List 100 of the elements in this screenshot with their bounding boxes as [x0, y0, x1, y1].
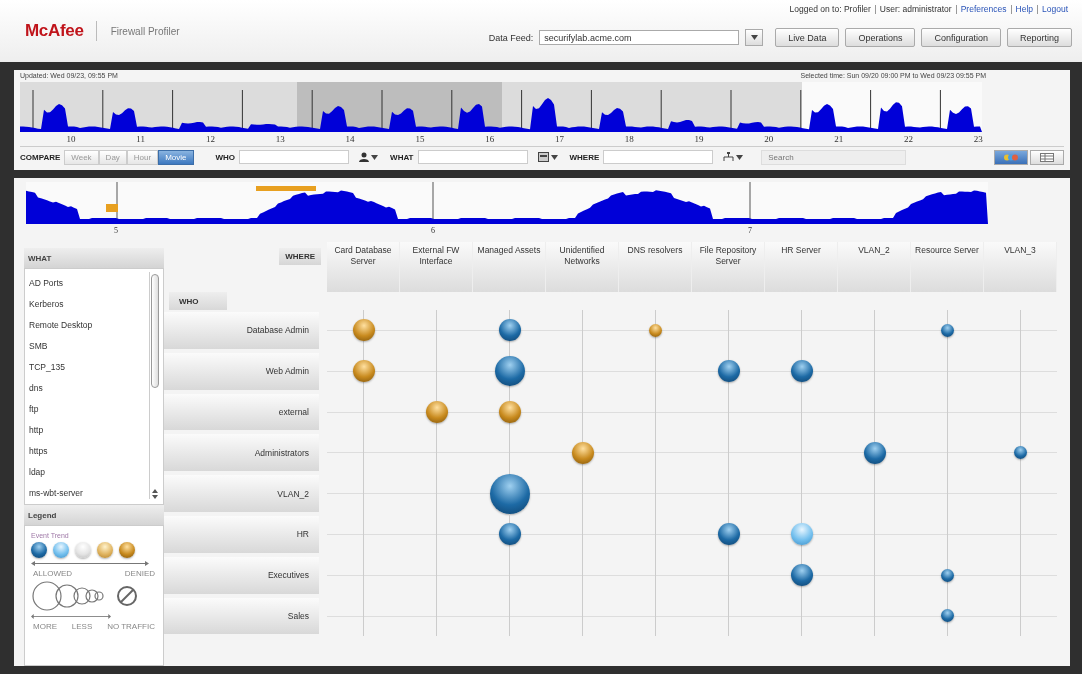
time-axis-label: 6	[431, 226, 435, 235]
filter-menu-button[interactable]	[537, 152, 558, 162]
where-column-header[interactable]: HR Server	[765, 242, 838, 292]
scroll-down-icon[interactable]	[152, 495, 158, 499]
legend-ball-icon	[75, 542, 91, 558]
scale-arrow-icon	[31, 614, 111, 619]
allowed-traffic-bubble[interactable]	[498, 319, 521, 342]
mcafee-logo: McAfee	[25, 21, 97, 41]
scroll-thumb[interactable]	[151, 274, 159, 388]
allowed-traffic-bubble[interactable]	[717, 360, 740, 383]
scrollbar[interactable]	[149, 272, 160, 499]
caret-icon	[750, 35, 758, 40]
allowed-traffic-bubble[interactable]	[790, 564, 813, 587]
where-column-header[interactable]: File Repository Server	[692, 242, 765, 292]
where-column-header[interactable]: Unidentified Networks	[546, 242, 619, 292]
where-column-header[interactable]: DNS resolvers	[619, 242, 692, 292]
what-list-item[interactable]: dns	[29, 377, 43, 399]
where-column-header[interactable]: Card Database Server	[327, 242, 400, 292]
caret-icon	[371, 154, 379, 160]
header-link[interactable]: Preferences	[955, 5, 1011, 14]
what-list-item[interactable]: https	[29, 440, 48, 462]
time-axis-label: 17	[553, 134, 565, 144]
time-axis-label: 11	[135, 134, 147, 144]
allowed-traffic-bubble[interactable]	[1014, 446, 1027, 460]
scroll-up-icon[interactable]	[152, 489, 158, 493]
denied-traffic-bubble[interactable]	[352, 360, 375, 383]
size-scale-drawing	[32, 581, 104, 611]
header-link[interactable]: Logout	[1037, 5, 1072, 14]
time-axis-label: 20	[763, 134, 775, 144]
time-axis-label: 18	[623, 134, 635, 144]
allowed-traffic-bubble[interactable]	[863, 441, 886, 464]
nav-button[interactable]: Configuration	[921, 28, 1001, 47]
where-column-header[interactable]: VLAN_3	[984, 242, 1057, 292]
view-toggle-button[interactable]	[994, 149, 1028, 165]
no-traffic-icon	[117, 586, 137, 606]
who-tab[interactable]: WHO	[169, 292, 227, 310]
allowed-traffic-bubble[interactable]	[489, 473, 530, 514]
what-list-item[interactable]: ms-wbt-server	[29, 482, 83, 505]
what-field[interactable]	[417, 150, 528, 164]
who-row-header[interactable]: external	[164, 393, 319, 431]
header-link[interactable]: Help	[1010, 5, 1037, 14]
allowed-traffic-bubble[interactable]	[941, 609, 954, 623]
what-list-item[interactable]: Remote Desktop	[29, 314, 93, 336]
allowed-traffic-bubble[interactable]	[941, 568, 954, 582]
filter-menu-button[interactable]	[723, 152, 744, 162]
person-icon	[359, 152, 370, 162]
where-column-header[interactable]: External FW Interface	[400, 242, 473, 292]
network-icon	[723, 152, 735, 162]
nav-button[interactable]: Live Data	[775, 28, 840, 47]
denied-traffic-bubble[interactable]	[571, 441, 594, 464]
who-row-header[interactable]: Database Admin	[164, 312, 319, 349]
what-list-item[interactable]: SMB	[29, 335, 48, 357]
legend-ball-icon	[53, 542, 69, 558]
traffic-timeline-drawing[interactable]	[20, 82, 982, 132]
nav-button[interactable]: Operations	[845, 28, 916, 47]
what-list-item[interactable]: http	[29, 419, 44, 441]
who-row-header[interactable]: Web Admin	[164, 352, 319, 390]
time-axis-label: 16	[484, 134, 496, 144]
allowed-traffic-bubble[interactable]	[717, 523, 740, 546]
denied-traffic-bubble[interactable]	[425, 401, 448, 423]
allowed-traffic-bubble[interactable]	[498, 523, 521, 546]
time-axis-label: 12	[205, 134, 216, 144]
who-row-header[interactable]: HR	[164, 516, 319, 553]
time-axis-label: 21	[833, 134, 845, 144]
what-list-item[interactable]: AD Ports	[29, 272, 63, 294]
allowed-traffic-bubble[interactable]	[941, 323, 954, 337]
where-column-header[interactable]: VLAN_2	[838, 242, 911, 292]
where-column-header[interactable]: Resource Server	[911, 242, 984, 292]
denied-traffic-bubble[interactable]	[498, 401, 521, 423]
who-row-header[interactable]: VLAN_2	[164, 475, 319, 512]
allowed-traffic-bubble[interactable]	[790, 360, 813, 383]
time-axis-label: 10	[65, 134, 77, 144]
who-field[interactable]	[239, 150, 350, 164]
filter-menu-button[interactable]	[359, 152, 379, 162]
where-column-header[interactable]: Managed Assets	[473, 242, 546, 292]
legend-denied-label: DENIED	[124, 569, 155, 578]
denied-traffic-bubble[interactable]	[649, 323, 662, 337]
data-feed-label: Data Feed:	[488, 32, 534, 43]
search-field[interactable]: Search	[761, 149, 907, 165]
what-list-item[interactable]: ftp	[29, 398, 39, 420]
what-list-item[interactable]: Kerberos	[29, 293, 64, 315]
compare-label: COMPARE	[20, 152, 61, 162]
allowed-traffic-bubble[interactable]	[494, 356, 525, 387]
who-row-header[interactable]: Executives	[164, 556, 319, 594]
legend-less-label: LESS	[71, 622, 93, 631]
who-row-header[interactable]: Sales	[164, 597, 319, 635]
caret-icon	[550, 154, 558, 160]
time-axis-label: 19	[693, 134, 705, 144]
scale-arrow-icon	[31, 561, 149, 566]
denied-traffic-bubble[interactable]	[352, 319, 375, 342]
who-row-header[interactable]: Administrators	[164, 434, 319, 472]
legend-more-label: MORE	[33, 622, 57, 631]
what-list-item[interactable]: TCP_135	[29, 356, 65, 378]
view-toggle-button[interactable]	[1030, 149, 1064, 165]
what-list-item[interactable]: ldap	[29, 461, 46, 483]
what-label: WHAT	[390, 152, 414, 162]
where-field[interactable]	[603, 150, 714, 164]
dropdown-button[interactable]	[745, 29, 764, 46]
nav-button[interactable]: Reporting	[1006, 28, 1072, 47]
data-feed-select[interactable]: securifylab.acme.com	[539, 30, 740, 45]
